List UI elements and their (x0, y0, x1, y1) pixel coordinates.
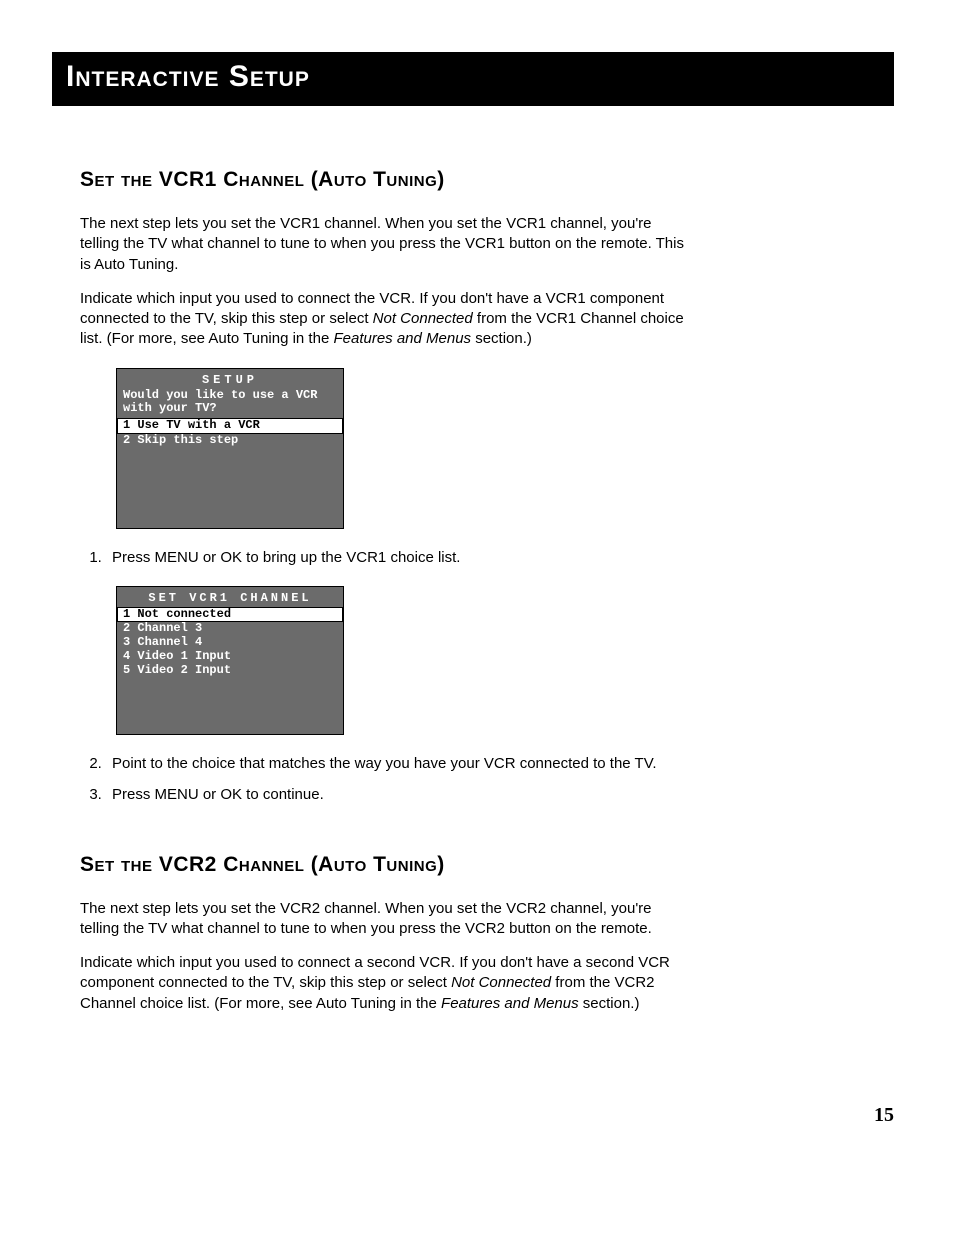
text-fragment: section.) (579, 995, 640, 1012)
osd-item-selected: 1 Not connected (117, 607, 343, 623)
osd-item-selected: 1 Use TV with a VCR (117, 418, 343, 434)
osd-item: 4 Video 1 Input (117, 650, 343, 664)
osd-setup-menu: SETUP Would you like to use a VCR with y… (116, 368, 344, 529)
section-heading-vcr2: Set the VCR2 Channel (Auto Tuning) (80, 853, 694, 877)
osd-title: SETUP (117, 369, 343, 389)
osd-item-label: Skip this step (137, 433, 238, 447)
osd-item-number: 3 (123, 635, 130, 649)
osd-padding (117, 678, 343, 734)
osd-prompt: Would you like to use a VCR with your TV… (117, 389, 343, 419)
osd-item: 5 Video 2 Input (117, 664, 343, 678)
steps-list-part1: Press MENU or OK to bring up the VCR1 ch… (80, 547, 694, 568)
osd-item-number: 4 (123, 649, 130, 663)
italic-not-connected: Not Connected (373, 310, 473, 327)
osd-item-number: 2 (123, 433, 130, 447)
manual-page: Interactive Setup Set the VCR1 Channel (… (0, 0, 954, 1167)
italic-features-menus: Features and Menus (441, 995, 579, 1012)
section2-para2: Indicate which input you used to connect… (80, 953, 694, 1014)
osd-item: 2 Channel 3 (117, 622, 343, 636)
italic-features-menus: Features and Menus (333, 330, 471, 347)
section1-para2: Indicate which input you used to connect… (80, 289, 694, 350)
osd-item-label: Channel 3 (137, 621, 202, 635)
osd-title: SET VCR1 CHANNEL (117, 587, 343, 607)
step-2: Point to the choice that matches the way… (106, 753, 694, 774)
osd-item-label: Not connected (137, 607, 231, 621)
osd-item: 3 Channel 4 (117, 636, 343, 650)
steps-list-part2: Point to the choice that matches the way… (80, 753, 694, 805)
section1-para1: The next step lets you set the VCR1 chan… (80, 214, 694, 275)
step-1: Press MENU or OK to bring up the VCR1 ch… (106, 547, 694, 568)
step-3: Press MENU or OK to continue. (106, 784, 694, 805)
section2-para1: The next step lets you set the VCR2 chan… (80, 899, 694, 940)
page-content: Set the VCR1 Channel (Auto Tuning) The n… (52, 168, 894, 1014)
osd-item: 2 Skip this step (117, 434, 343, 448)
section-heading-vcr1: Set the VCR1 Channel (Auto Tuning) (80, 168, 694, 192)
osd-item-label: Use TV with a VCR (137, 418, 259, 432)
text-fragment: section.) (471, 330, 532, 347)
osd-item-number: 5 (123, 663, 130, 677)
osd-item-label: Channel 4 (137, 635, 202, 649)
osd-item-number: 1 (123, 607, 130, 621)
italic-not-connected: Not Connected (451, 974, 551, 991)
osd-item-label: Video 2 Input (137, 663, 231, 677)
page-number: 15 (52, 1104, 894, 1127)
osd-item-number: 2 (123, 621, 130, 635)
page-title-bar: Interactive Setup (52, 52, 894, 106)
osd-item-number: 1 (123, 418, 130, 432)
osd-item-label: Video 1 Input (137, 649, 231, 663)
osd-padding (117, 448, 343, 528)
osd-set-vcr1-channel: SET VCR1 CHANNEL 1 Not connected 2 Chann… (116, 586, 344, 735)
